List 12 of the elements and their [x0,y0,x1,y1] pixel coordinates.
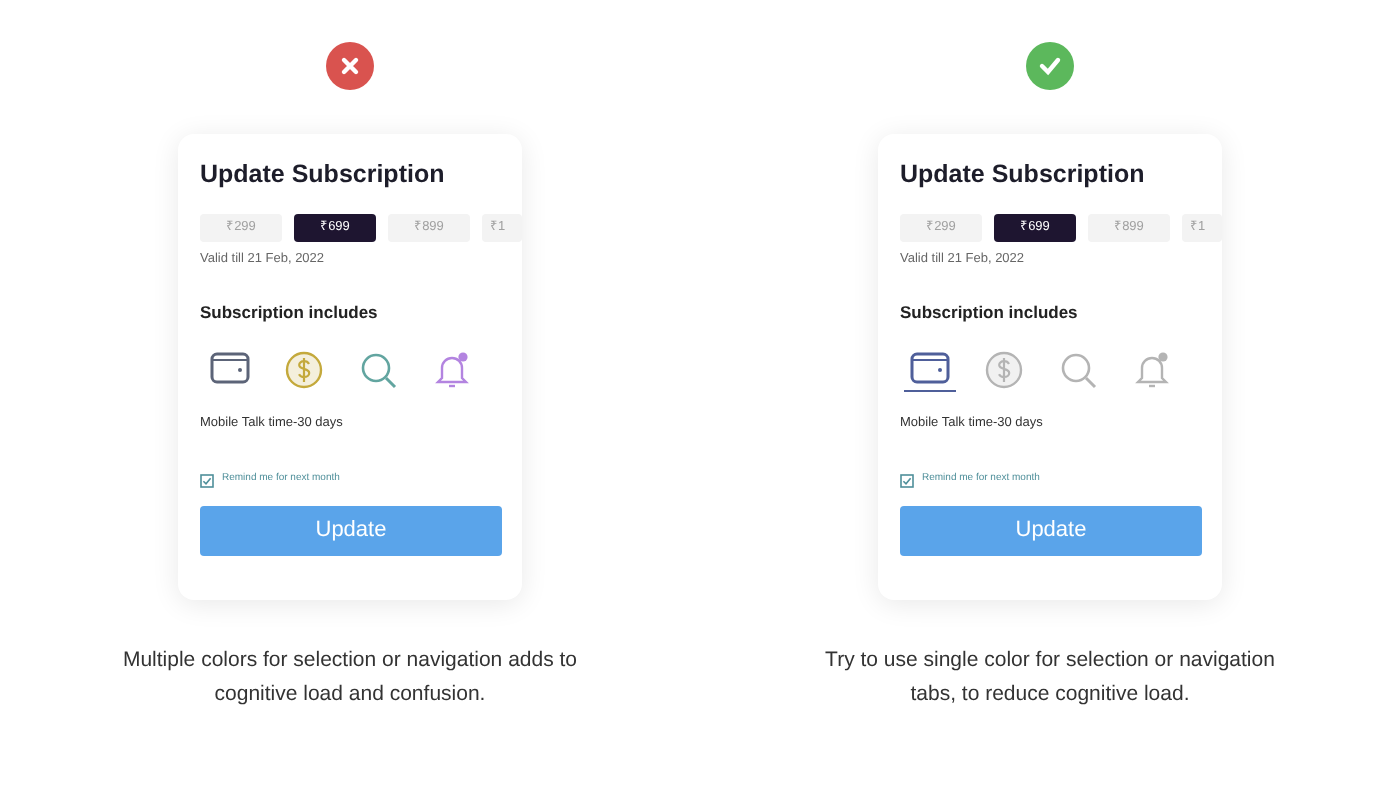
check-icon [1026,42,1074,90]
section-title: Subscription includes [200,299,380,325]
section-title: Subscription includes [900,299,1080,325]
card-title: Update Subscription [900,160,1147,190]
update-button[interactable]: Update [900,505,1202,556]
checkbox[interactable] [200,473,214,487]
caption-text: Multiple colors for selection or navigation adds to cognitive load and confusion. [120,646,580,710]
card-title: Update Subscription [200,160,447,190]
caption-text: Try to use single color for selection or navigation tabs, to reduce cognitive load. [823,646,1277,710]
update-button[interactable]: Update [200,505,502,556]
checkbox[interactable] [900,473,914,487]
cross-icon [326,42,374,90]
